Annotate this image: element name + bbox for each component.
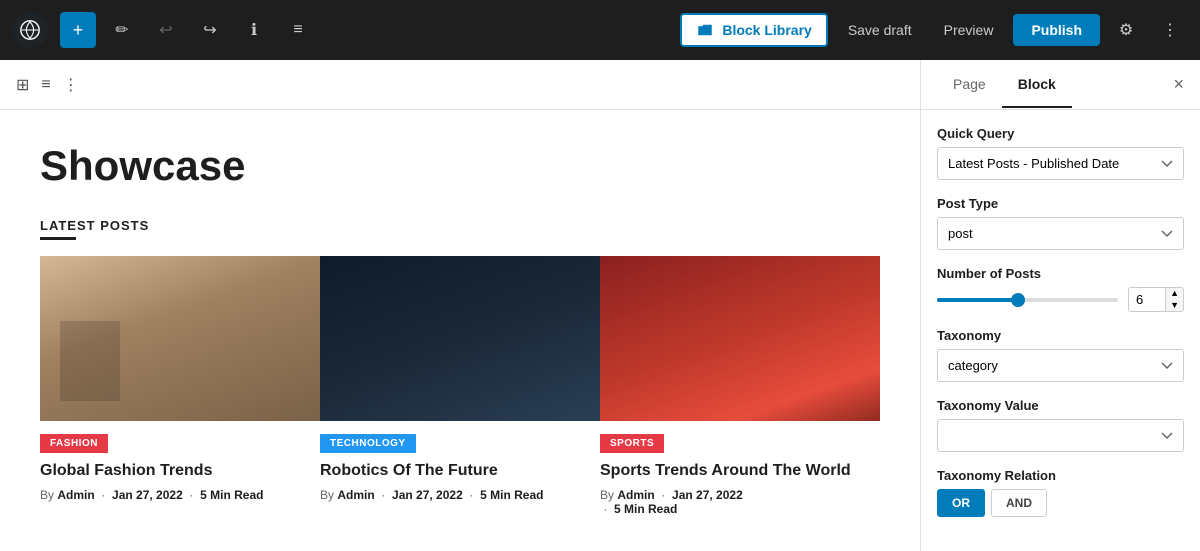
post-type-select[interactable]: post page custom (937, 217, 1184, 250)
section-underline (40, 237, 76, 240)
editor-area: ⊞ ≡ ⋮ Showcase Latest Posts FASHION Glob… (0, 60, 920, 551)
post-title-fashion: Global Fashion Trends (40, 461, 316, 482)
publish-button[interactable]: Publish (1013, 14, 1100, 46)
post-card-technology: TECHNOLOGY Robotics Of The Future By Adm… (320, 256, 600, 516)
add-block-button[interactable]: + (60, 12, 96, 48)
taxonomy-relation-label: Taxonomy Relation (937, 468, 1184, 483)
info-button[interactable]: ℹ (236, 12, 272, 48)
relation-and-button[interactable]: AND (991, 489, 1047, 517)
list-icon: ≡ (293, 21, 302, 39)
main-toolbar: + ✏ ↩ ↪ ℹ ≡ Block Library Save draft Pre… (0, 0, 1200, 60)
taxonomy-section: Taxonomy category tag custom (937, 328, 1184, 382)
save-draft-button[interactable]: Save draft (836, 16, 924, 44)
post-title-sports: Sports Trends Around The World (600, 461, 876, 482)
quick-query-label: Quick Query (937, 126, 1184, 141)
ellipsis-icon: ⋮ (1162, 20, 1178, 40)
folder-icon (696, 21, 714, 39)
taxonomy-value-select[interactable] (937, 419, 1184, 452)
post-image-sports (600, 256, 880, 421)
undo-icon: ↩ (159, 20, 172, 40)
list-view-button[interactable]: ≡ (280, 12, 316, 48)
number-posts-row: 6 ▲ ▼ (937, 287, 1184, 312)
category-badge-fashion: FASHION (40, 434, 108, 453)
panel-body: Quick Query Latest Posts - Published Dat… (921, 110, 1200, 533)
hamburger-icon[interactable]: ≡ (41, 76, 50, 94)
panel-header: Page Block × (921, 60, 1200, 110)
post-type-section: Post Type post page custom (937, 196, 1184, 250)
post-meta-sports: By Admin · Jan 27, 2022 · 5 Min Read (600, 488, 876, 516)
editor-content: Showcase Latest Posts FASHION Global Fas… (0, 110, 920, 551)
pencil-icon: ✏ (115, 20, 128, 40)
increment-button[interactable]: ▲ (1166, 288, 1183, 300)
number-spinners: ▲ ▼ (1165, 288, 1183, 311)
more-options-button[interactable]: ⋮ (1152, 12, 1188, 48)
undo-button[interactable]: ↩ (148, 12, 184, 48)
more-icon[interactable]: ⋮ (63, 75, 79, 95)
gear-icon: ⚙ (1119, 20, 1133, 40)
taxonomy-relation-row: OR AND (937, 489, 1184, 517)
post-title-technology: Robotics Of The Future (320, 461, 596, 482)
editor-secondary-toolbar: ⊞ ≡ ⋮ (0, 60, 920, 110)
redo-icon: ↪ (203, 20, 216, 40)
tab-block[interactable]: Block (1002, 62, 1072, 108)
decrement-button[interactable]: ▼ (1166, 300, 1183, 312)
tab-page[interactable]: Page (937, 62, 1002, 108)
section-label: Latest Posts (40, 218, 880, 233)
taxonomy-value-label: Taxonomy Value (937, 398, 1184, 413)
post-date-sports: Jan 27, 2022 (672, 488, 743, 502)
post-image-fashion (40, 256, 320, 421)
taxonomy-relation-section: Taxonomy Relation OR AND (937, 468, 1184, 517)
tools-button[interactable]: ✏ (104, 12, 140, 48)
post-meta-technology: By Admin · Jan 27, 2022 · 5 Min Read (320, 488, 596, 502)
taxonomy-label: Taxonomy (937, 328, 1184, 343)
preview-button[interactable]: Preview (932, 16, 1006, 44)
settings-button[interactable]: ⚙ (1108, 12, 1144, 48)
side-panel: Page Block × Quick Query Latest Posts - … (920, 60, 1200, 551)
post-date-fashion: Jan 27, 2022 (112, 488, 183, 502)
number-of-posts-label: Number of Posts (937, 266, 1184, 281)
quick-query-select[interactable]: Latest Posts - Published Date Latest Pos… (937, 147, 1184, 180)
taxonomy-select[interactable]: category tag custom (937, 349, 1184, 382)
post-author-technology: Admin (337, 488, 374, 502)
post-card-body-technology: TECHNOLOGY Robotics Of The Future By Adm… (320, 421, 600, 502)
category-badge-technology: TECHNOLOGY (320, 434, 416, 453)
page-title: Showcase (40, 142, 880, 190)
slider-track (937, 298, 1118, 302)
post-date-technology: Jan 27, 2022 (392, 488, 463, 502)
relation-or-button[interactable]: OR (937, 489, 985, 517)
number-of-posts-input[interactable]: 6 (1129, 288, 1165, 311)
quick-query-section: Quick Query Latest Posts - Published Dat… (937, 126, 1184, 180)
layout-icon[interactable]: ⊞ (16, 75, 29, 95)
post-readtime-sports: 5 Min Read (614, 502, 677, 516)
wp-logo[interactable] (12, 12, 48, 48)
main-layout: ⊞ ≡ ⋮ Showcase Latest Posts FASHION Glob… (0, 60, 1200, 551)
post-readtime-technology: 5 Min Read (480, 488, 543, 502)
block-library-button[interactable]: Block Library (680, 13, 827, 47)
block-library-label: Block Library (722, 22, 811, 38)
taxonomy-value-section: Taxonomy Value (937, 398, 1184, 452)
post-author-sports: Admin (617, 488, 654, 502)
number-input-group: 6 ▲ ▼ (1128, 287, 1184, 312)
post-card-sports: SPORTS Sports Trends Around The World By… (600, 256, 880, 516)
info-icon: ℹ (251, 20, 257, 40)
post-card-body-sports: SPORTS Sports Trends Around The World By… (600, 421, 880, 516)
post-readtime-fashion: 5 Min Read (200, 488, 263, 502)
post-image-technology (320, 256, 600, 421)
panel-close-button[interactable]: × (1173, 74, 1184, 95)
posts-slider[interactable] (937, 290, 1118, 310)
posts-grid: FASHION Global Fashion Trends By Admin ·… (40, 256, 880, 516)
post-author-fashion: Admin (57, 488, 94, 502)
post-meta-fashion: By Admin · Jan 27, 2022 · 5 Min Read (40, 488, 316, 502)
category-badge-sports: SPORTS (600, 434, 664, 453)
redo-button[interactable]: ↪ (192, 12, 228, 48)
number-of-posts-section: Number of Posts 6 ▲ ▼ (937, 266, 1184, 312)
post-card-body-fashion: FASHION Global Fashion Trends By Admin ·… (40, 421, 320, 502)
slider-fill (937, 298, 1018, 302)
post-card-fashion: FASHION Global Fashion Trends By Admin ·… (40, 256, 320, 516)
slider-thumb[interactable] (1011, 293, 1025, 307)
post-type-label: Post Type (937, 196, 1184, 211)
